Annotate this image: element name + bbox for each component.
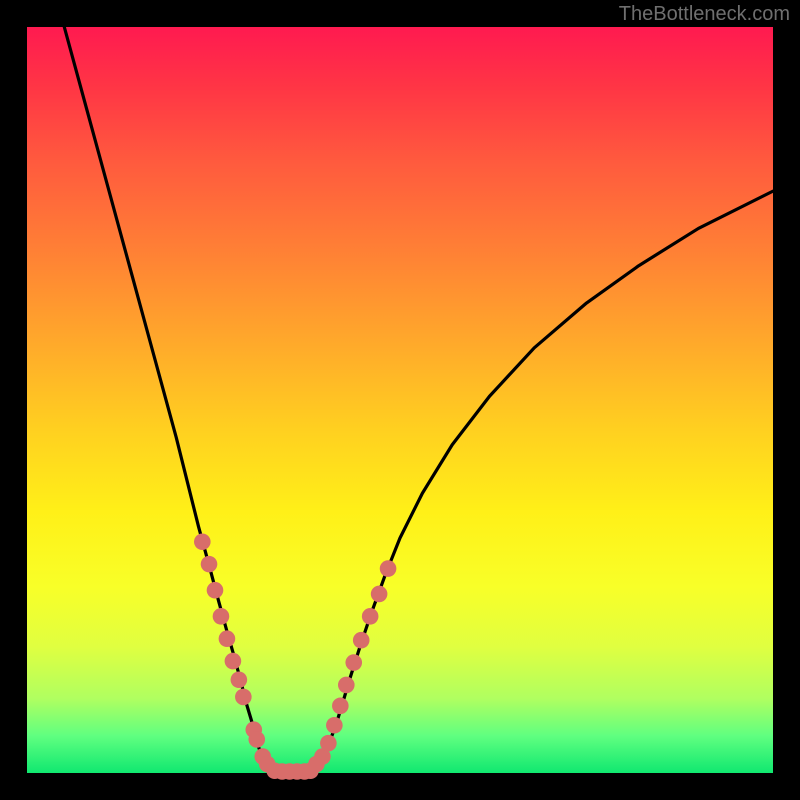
gradient-plot-area [27, 27, 773, 773]
chart-container: TheBottleneck.com [0, 0, 800, 800]
watermark-text: TheBottleneck.com [619, 3, 790, 26]
